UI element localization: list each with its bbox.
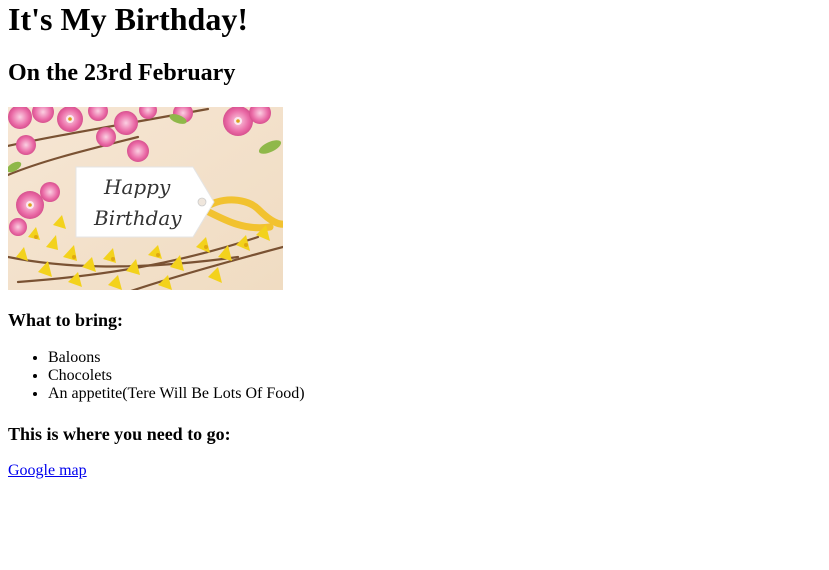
tag-text-happy: Happy (103, 175, 171, 199)
bring-heading: What to bring: (8, 310, 124, 330)
gift-tag: Happy Birthday (75, 166, 215, 238)
page-subtitle: On the 23rd February (8, 60, 236, 86)
google-map-link[interactable]: Google map (8, 462, 87, 480)
directions-heading: This is where you need to go: (8, 424, 231, 444)
list-item: Chocolets (48, 367, 305, 385)
birthday-banner-image: Happy Birthday (8, 107, 283, 290)
list-item: An appetite(Tere Will Be Lots Of Food) (48, 385, 305, 403)
page-title: It's My Birthday! (8, 1, 248, 37)
list-item: Baloons (48, 349, 305, 367)
bring-list: Baloons Chocolets An appetite(Tere Will … (8, 349, 305, 403)
tag-text-birthday: Birthday (93, 206, 182, 230)
